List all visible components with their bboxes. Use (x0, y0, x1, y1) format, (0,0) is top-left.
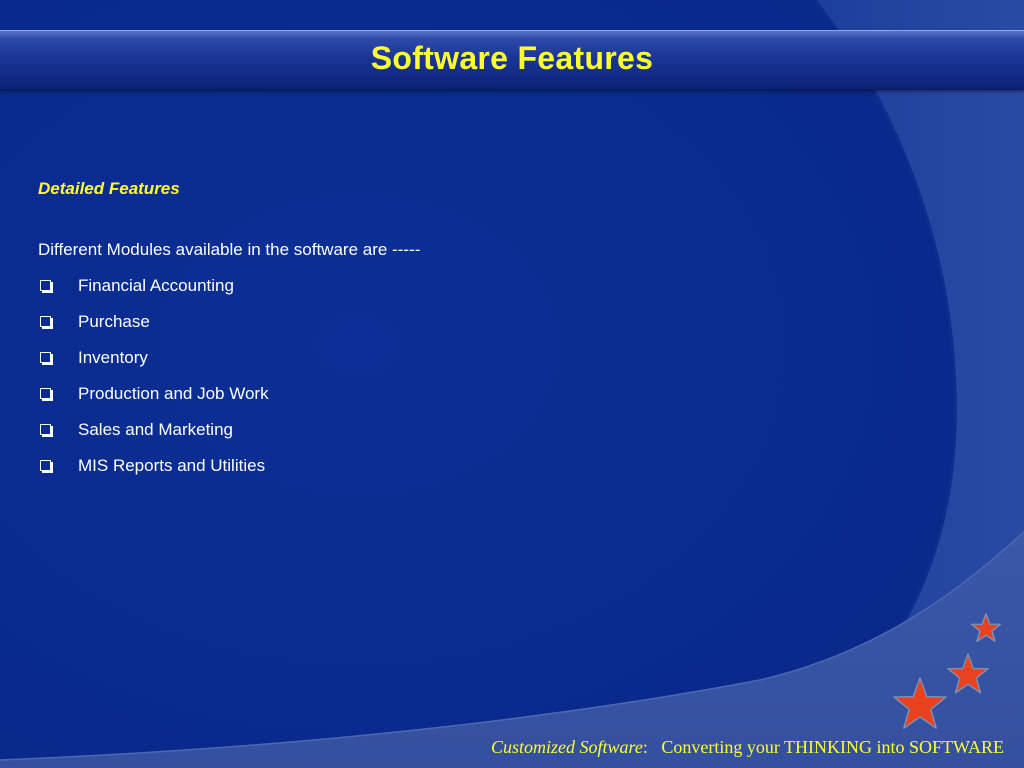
intro-text: Different Modules available in the softw… (38, 240, 421, 259)
module-label: Inventory (78, 348, 148, 367)
star-icon (947, 653, 989, 694)
decorative-stars (893, 613, 1002, 729)
footer-tagline: Customized Software: Converting your THI… (491, 736, 1004, 758)
star-icon (893, 677, 947, 729)
slide-title: Software Features (370, 40, 654, 76)
footer-slogan: Converting your THINKING into SOFTWARE (661, 737, 1004, 757)
checkbox-icon (40, 424, 51, 435)
checkbox-icon (40, 280, 51, 291)
module-label: Sales and Marketing (78, 420, 233, 439)
module-label: Purchase (78, 312, 150, 331)
footer-separator: : (642, 737, 648, 757)
module-label: Production and Job Work (78, 384, 269, 403)
module-label: Financial Accounting (78, 276, 234, 295)
footer-brand: Customized Software (490, 737, 643, 757)
module-label: MIS Reports and Utilities (78, 456, 266, 475)
checkbox-icon (40, 352, 51, 363)
star-icon (970, 613, 1002, 642)
checkbox-icon (40, 388, 51, 399)
section-subheading: Detailed Features (38, 179, 180, 198)
checkbox-icon (40, 316, 51, 327)
checkbox-icon (40, 460, 51, 471)
